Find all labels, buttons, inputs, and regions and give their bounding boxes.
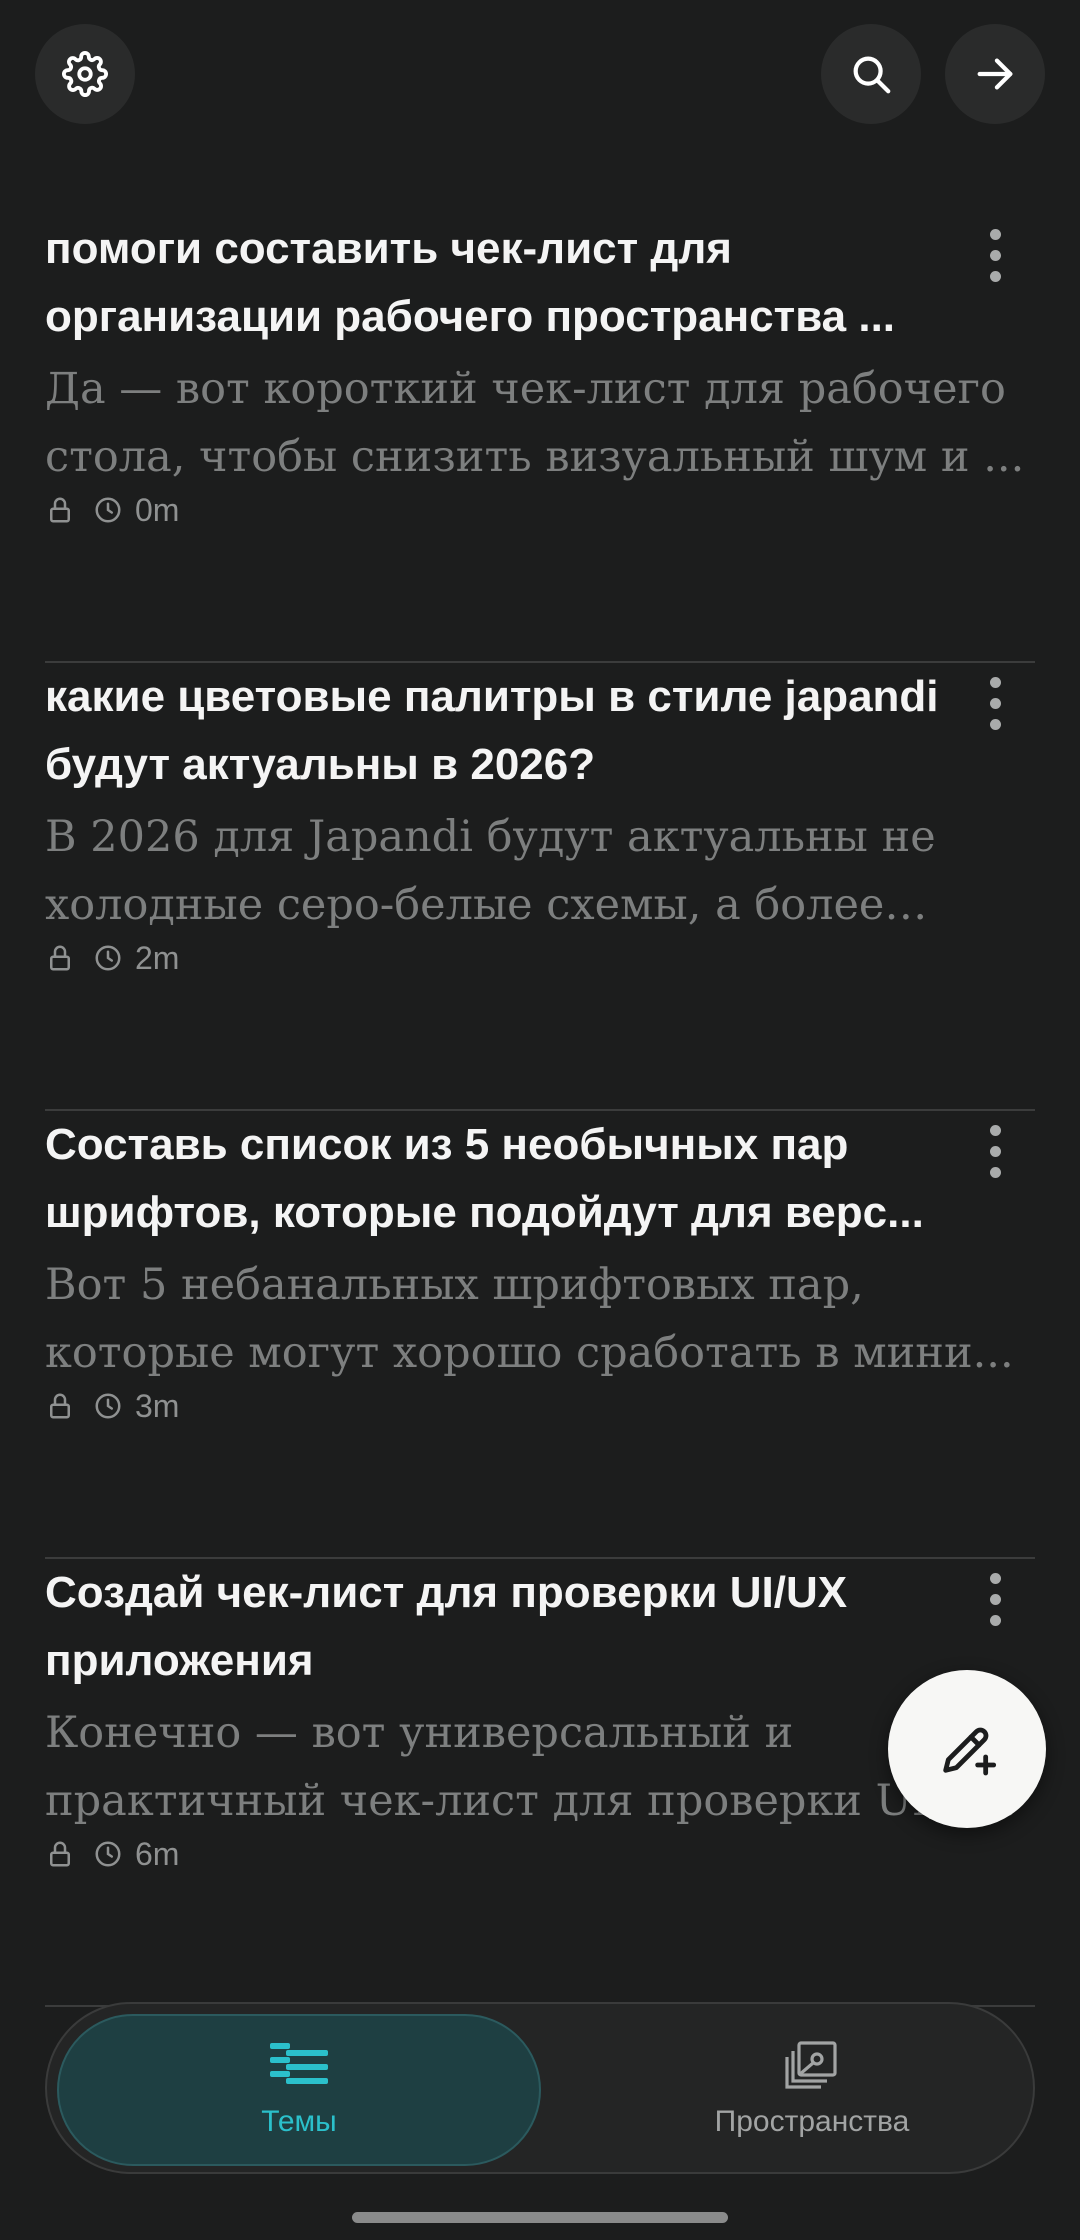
thread-preview: Да — вот короткий чек-лист для рабочего … <box>45 364 1025 482</box>
dot <box>989 1124 1001 1136</box>
thread-item[interactable]: помоги составить чек-лист для организаци… <box>45 215 1035 663</box>
tab-topics-label: Темы <box>261 2105 337 2138</box>
lock-icon <box>50 1841 70 1867</box>
search-button[interactable] <box>821 24 921 124</box>
thread-preview: В 2026 для Japandi будут актуальны не хо… <box>45 812 936 930</box>
thread-meta: 6m <box>45 1829 179 1879</box>
more-options-button[interactable] <box>970 663 1020 743</box>
lock-icon <box>50 497 70 523</box>
dot <box>989 1145 1001 1157</box>
more-options-button[interactable] <box>970 1111 1020 1191</box>
tab-spaces-label: Пространства <box>714 2105 910 2138</box>
clock-icon <box>95 1393 121 1419</box>
more-options-button[interactable] <box>970 215 1020 295</box>
thread-item[interactable]: Создай чек-лист для проверки UI/UX прило… <box>45 1559 1035 2007</box>
home-indicator[interactable] <box>352 2212 728 2223</box>
more-options-button[interactable] <box>970 1559 1020 1639</box>
new-thread-pencil-icon <box>943 1727 997 1776</box>
time-label: 6m <box>135 1835 180 1872</box>
dot <box>989 676 1001 688</box>
dot <box>989 1572 1001 1584</box>
thread-title[interactable]: Создай чек-лист для проверки UI/UX прило… <box>45 1559 945 1695</box>
dot <box>989 1614 1001 1626</box>
thread-item[interactable]: Составь список из 5 необычных пар шрифто… <box>45 1111 1035 1559</box>
dot <box>989 228 1001 240</box>
tab-topics[interactable]: Темы <box>57 2014 541 2166</box>
dot <box>989 1593 1001 1605</box>
dot <box>989 1166 1001 1178</box>
time-label: 3m <box>135 1387 180 1424</box>
lock-icon <box>50 945 70 971</box>
thread-preview: Вот 5 небанальных шрифтовых пар, которые… <box>45 1260 1014 1378</box>
thread-time: 0m <box>93 492 179 529</box>
thread-meta: 2m <box>45 933 179 983</box>
thread-title[interactable]: помоги составить чек-лист для организаци… <box>45 215 945 351</box>
arrow-right-icon <box>977 58 1013 90</box>
thread-time: 6m <box>93 1836 179 1873</box>
search-icon <box>853 56 891 94</box>
forward-button[interactable] <box>945 24 1045 124</box>
settings-button[interactable] <box>35 24 135 124</box>
spaces-icon <box>785 2041 837 2089</box>
thread-item[interactable]: какие цветовые палитры в стиле japandi б… <box>45 663 1035 1111</box>
thread-title[interactable]: Составь список из 5 необычных пар шрифто… <box>45 1111 945 1247</box>
dot <box>989 697 1001 709</box>
thread-preview: Конечно — вот универсальный и практичный… <box>45 1708 1017 1826</box>
time-label: 2m <box>135 939 180 976</box>
bottom-navigation: Темы Пространства <box>45 2002 1035 2174</box>
dot <box>989 718 1001 730</box>
clock-icon <box>95 497 121 523</box>
dot <box>989 270 1001 282</box>
dot <box>989 249 1001 261</box>
gear-icon <box>62 51 108 97</box>
clock-icon <box>95 1841 121 1867</box>
thread-time: 3m <box>93 1388 179 1425</box>
lock-icon <box>50 1393 70 1419</box>
clock-icon <box>95 945 121 971</box>
new-thread-button[interactable] <box>888 1670 1046 1828</box>
time-label: 0m <box>135 491 180 528</box>
tab-spaces[interactable]: Пространства <box>607 2014 1017 2166</box>
thread-meta: 0m <box>45 485 179 535</box>
thread-title[interactable]: какие цветовые палитры в стиле japandi б… <box>45 663 945 799</box>
thread-time: 2m <box>93 940 179 977</box>
topics-list-icon <box>270 2043 328 2084</box>
thread-meta: 3m <box>45 1381 179 1431</box>
